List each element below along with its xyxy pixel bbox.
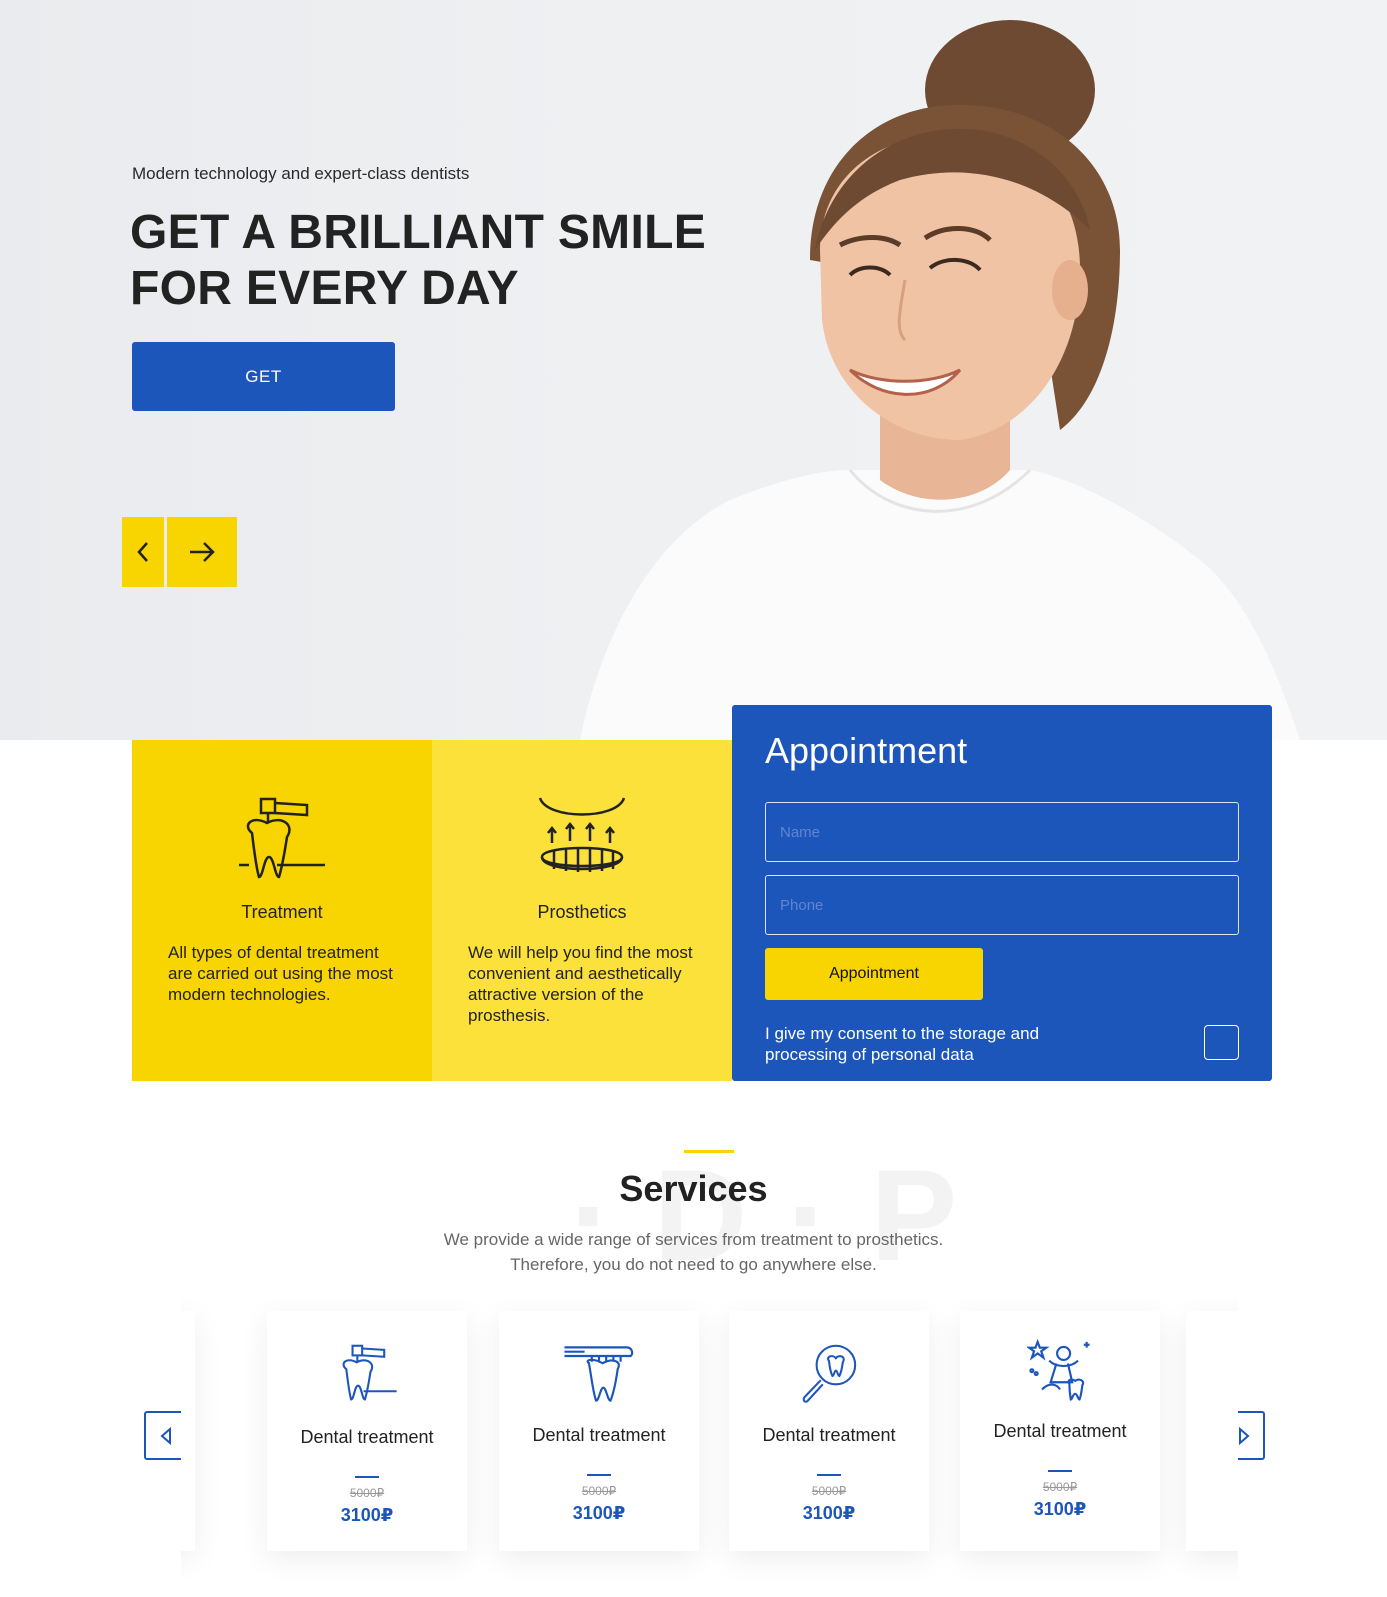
get-button[interactable]: GET xyxy=(132,342,395,411)
services-accent-bar xyxy=(684,1150,734,1153)
magnifier-tooth-icon xyxy=(802,1344,857,1403)
services-description: We provide a wide range of services from… xyxy=(0,1227,1387,1277)
service-divider xyxy=(355,1476,379,1478)
phone-input[interactable] xyxy=(765,875,1239,935)
service-new-price: 3100₽ xyxy=(340,1505,394,1525)
consent-checkbox[interactable] xyxy=(1204,1025,1239,1060)
feature-title: Prosthetics xyxy=(537,902,627,922)
hero-title-line: GET A BRILLIANT SMILE xyxy=(130,206,707,259)
service-new-price: 3100₽ xyxy=(1033,1499,1087,1519)
arrow-right-icon xyxy=(190,542,215,562)
services-description-line: Therefore, you do not need to go anywher… xyxy=(510,1255,877,1274)
appointment-form: Appointment Appointment I give my consen… xyxy=(732,705,1272,1081)
triangle-right-icon xyxy=(1238,1426,1250,1445)
service-card[interactable]: Dental treatment 5000₽ 3100₽ xyxy=(960,1311,1160,1551)
feature-title: Treatment xyxy=(241,902,323,922)
service-card[interactable]: Dental treatment 5000₽ 3100₽ xyxy=(499,1311,699,1551)
hero-woman-photo xyxy=(580,20,1300,740)
dental-drill-tooth-icon xyxy=(239,797,325,879)
hero-prev-button[interactable] xyxy=(122,517,164,587)
services-description-line: We provide a wide range of services from… xyxy=(443,1230,944,1249)
service-old-price: 5000₽ xyxy=(1042,1480,1078,1494)
consent-text: I give my consent to the storage and pro… xyxy=(765,1024,1040,1064)
service-title: Dental treatment xyxy=(993,1421,1127,1441)
services-title: Services xyxy=(619,1168,768,1209)
feature-text: We will help you find the most convenien… xyxy=(468,943,693,1025)
tooth-fairy-icon xyxy=(1027,1339,1090,1401)
service-old-price: 5000₽ xyxy=(349,1486,385,1500)
hero-subtitle: Modern technology and expert-class denti… xyxy=(132,164,470,183)
service-card[interactable]: Dental treatment 5000₽ 3100₽ xyxy=(267,1311,467,1551)
feature-card-prosthetics: Prosthetics We will help you find the mo… xyxy=(432,740,732,1081)
feature-text: All types of dental treatment are carrie… xyxy=(168,943,393,1004)
service-new-price: 3100₽ xyxy=(802,1503,856,1523)
appointment-title: Appointment xyxy=(765,730,968,771)
service-title: Dental treatment xyxy=(762,1425,896,1445)
service-divider xyxy=(1048,1470,1072,1472)
service-divider xyxy=(817,1474,841,1476)
service-card-partial[interactable] xyxy=(1186,1311,1238,1551)
chevron-left-icon xyxy=(137,542,148,562)
service-old-price: 5000₽ xyxy=(581,1484,617,1498)
name-input[interactable] xyxy=(765,802,1239,862)
service-card-partial[interactable] xyxy=(181,1311,195,1551)
denture-prosthesis-icon xyxy=(538,797,626,872)
service-old-price: 5000₽ xyxy=(811,1484,847,1498)
triangle-left-icon xyxy=(159,1426,171,1445)
service-title: Dental treatment xyxy=(532,1425,666,1445)
hero-title: GET A BRILLIANT SMILE FOR EVERY DAY xyxy=(130,205,730,317)
hero-next-button[interactable] xyxy=(167,517,237,587)
service-divider xyxy=(587,1474,611,1476)
feature-card-treatment: Treatment All types of dental treatment … xyxy=(132,740,432,1081)
services-carousel: Dental treatment 5000₽ 3100₽ Dental trea… xyxy=(181,1285,1238,1597)
appointment-submit-button[interactable]: Appointment xyxy=(765,948,983,1000)
toothbrush-tooth-icon xyxy=(564,1346,634,1402)
dental-drill-tooth-icon xyxy=(342,1344,397,1401)
hero-title-line: FOR EVERY DAY xyxy=(130,262,519,315)
service-card[interactable]: Dental treatment 5000₽ 3100₽ xyxy=(729,1311,929,1551)
service-title: Dental treatment xyxy=(300,1427,434,1447)
service-new-price: 3100₽ xyxy=(572,1503,626,1523)
hero-section: Modern technology and expert-class denti… xyxy=(0,0,1387,740)
